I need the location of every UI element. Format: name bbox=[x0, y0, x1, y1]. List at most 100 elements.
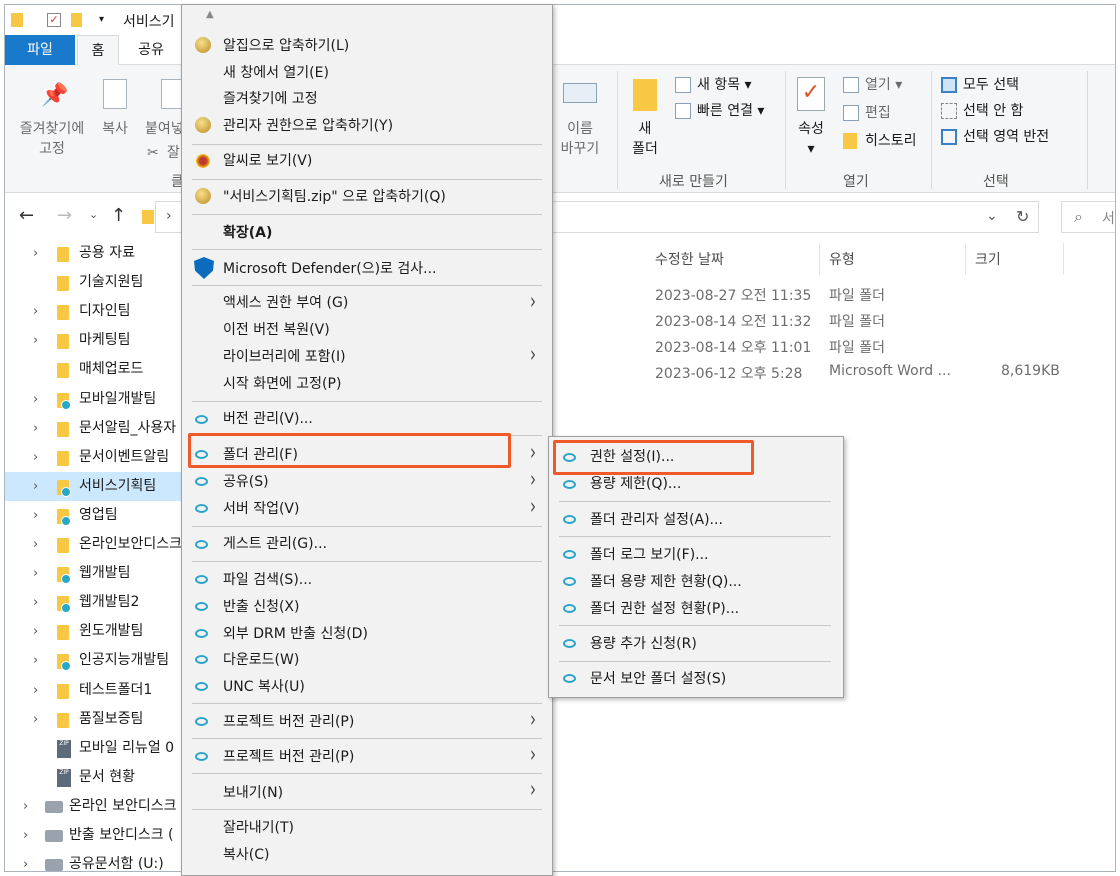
chevron-right-icon[interactable]: › bbox=[33, 705, 38, 734]
pin-label-2[interactable]: 고정 bbox=[13, 139, 91, 159]
column-header-date[interactable]: 수정한 날짜 bbox=[655, 249, 724, 269]
new-item-label[interactable]: 새 항목 ▾ bbox=[697, 75, 752, 95]
tree-item[interactable]: › 웹개발팀 bbox=[5, 559, 187, 588]
chevron-right-icon[interactable]: › bbox=[33, 646, 38, 675]
chevron-right-icon[interactable]: › bbox=[33, 530, 38, 559]
menu-item-copy[interactable]: 복사(C) bbox=[223, 845, 269, 865]
menu-item-alsee-view[interactable]: 알씨로 보기(V) bbox=[223, 151, 312, 171]
submenu-item-permission-status[interactable]: 폴더 권한 설정 현황(P)... bbox=[590, 599, 739, 619]
submenu-item-quota-status[interactable]: 폴더 용량 제한 현황(Q)... bbox=[590, 572, 742, 592]
chevron-right-icon[interactable]: › bbox=[33, 239, 38, 268]
easy-access-label[interactable]: 빠른 연결 ▾ bbox=[697, 101, 764, 121]
menu-item-unc-copy[interactable]: UNC 복사(U) bbox=[223, 677, 305, 697]
qat-dropdown-icon[interactable]: ▾ bbox=[99, 14, 104, 25]
chevron-right-icon[interactable]: › bbox=[23, 792, 28, 821]
tree-item[interactable]: › 마케팅팀 bbox=[5, 326, 187, 355]
chevron-right-icon[interactable]: › bbox=[33, 472, 38, 501]
tree-item[interactable]: › 테스트폴더1 bbox=[5, 676, 187, 705]
submenu-item-folder-admin[interactable]: 폴더 관리자 설정(A)... bbox=[590, 510, 723, 530]
chevron-right-icon[interactable]: › bbox=[33, 414, 38, 443]
properties-label[interactable]: 속성 bbox=[789, 119, 833, 139]
recent-dropdown-icon[interactable]: ⌄ bbox=[89, 208, 98, 221]
scroll-up-icon[interactable]: ▲ bbox=[206, 9, 214, 20]
select-none-label[interactable]: 선택 안 함 bbox=[963, 101, 1023, 121]
tree-item[interactable]: › 문서알림_사용자 bbox=[5, 414, 187, 443]
chevron-right-icon[interactable]: › bbox=[33, 676, 38, 705]
menu-item-restore-previous[interactable]: 이전 버전 복원(V) bbox=[223, 320, 330, 340]
tree-item[interactable]: › 윈도개발팀 bbox=[5, 617, 187, 646]
history-label[interactable]: 히스토리 bbox=[865, 131, 917, 151]
menu-item-admin-compress[interactable]: 관리자 권한으로 압축하기(Y) bbox=[223, 116, 393, 136]
menu-item-guest-manage[interactable]: 게스트 관리(G)... bbox=[223, 534, 327, 554]
chevron-right-icon[interactable]: › bbox=[33, 588, 38, 617]
up-arrow-icon[interactable]: ↑ bbox=[111, 205, 126, 226]
menu-item-send-to[interactable]: 보내기(N) bbox=[223, 783, 283, 803]
address-dropdown-icon[interactable]: ⌄ bbox=[986, 208, 998, 224]
menu-item-open-new-window[interactable]: 새 창에서 열기(E) bbox=[223, 63, 329, 83]
menu-item-download[interactable]: 다운로드(W) bbox=[223, 650, 299, 670]
properties-qat-icon[interactable]: ✓ bbox=[47, 13, 61, 27]
search-box[interactable]: ⌕ 서 bbox=[1061, 201, 1115, 233]
submenu-item-quota-request[interactable]: 용량 추가 신청(R) bbox=[590, 634, 697, 654]
tree-item[interactable]: › 품질보증팀 bbox=[5, 705, 187, 734]
column-header-size[interactable]: 크기 bbox=[975, 249, 1001, 269]
menu-item-project-version-2[interactable]: 프로젝트 버전 관리(P) bbox=[223, 747, 354, 767]
open-label[interactable]: 열기 ▾ bbox=[865, 75, 902, 95]
edit-label[interactable]: 편집 bbox=[865, 103, 891, 123]
refresh-icon[interactable]: ↻ bbox=[1016, 207, 1029, 226]
new-folder-label-1[interactable]: 새 bbox=[623, 119, 667, 139]
tree-item[interactable]: › 반출 보안디스크 ( bbox=[5, 821, 187, 850]
tree-item[interactable]: › 영업팀 bbox=[5, 501, 187, 530]
tree-item[interactable]: › 서비스기획팀 bbox=[5, 472, 187, 501]
tree-item[interactable]: 매체업로드 bbox=[5, 355, 187, 384]
tree-item[interactable]: › 문서이벤트알림 bbox=[5, 443, 187, 472]
menu-item-include-library[interactable]: 라이브러리에 포함(I) bbox=[223, 347, 346, 367]
menu-item-version-manage[interactable]: 버전 관리(V)... bbox=[223, 409, 313, 429]
chevron-right-icon[interactable]: › bbox=[23, 821, 28, 850]
menu-item-project-version-1[interactable]: 프로젝트 버전 관리(P) bbox=[223, 712, 354, 732]
tree-item[interactable]: › 공유문서함 (U:) bbox=[5, 850, 187, 871]
cut-label[interactable]: 잘 bbox=[167, 143, 180, 163]
menu-item-share[interactable]: 공유(S) bbox=[223, 472, 269, 492]
back-arrow-icon[interactable]: ← bbox=[19, 205, 34, 226]
menu-item-pin-quick-access[interactable]: 즐겨찾기에 고정 bbox=[223, 89, 318, 109]
chevron-right-icon[interactable]: › bbox=[33, 385, 38, 414]
submenu-item-secure-folder[interactable]: 문서 보안 폴더 설정(S) bbox=[590, 669, 726, 689]
tree-item[interactable]: ZIP 모바일 리뉴얼 0 bbox=[5, 734, 187, 763]
menu-item-export-request[interactable]: 반출 신청(X) bbox=[223, 597, 300, 617]
tree-item[interactable]: › 공용 자료 bbox=[5, 239, 187, 268]
menu-item-alzip-compress[interactable]: 알집으로 압축하기(L) bbox=[223, 36, 349, 56]
tree-item[interactable]: › 온라인보안디스크 bbox=[5, 530, 187, 559]
tab-file[interactable]: 파일 bbox=[5, 35, 75, 65]
paste-label[interactable]: 붙여넣 bbox=[145, 119, 184, 139]
copy-label[interactable]: 복사 bbox=[97, 119, 133, 139]
menu-item-defender-scan[interactable]: Microsoft Defender(으)로 검사... bbox=[223, 259, 436, 279]
tab-home[interactable]: 홈 bbox=[77, 35, 119, 65]
tree-item[interactable]: ZIP 문서 현황 bbox=[5, 763, 187, 792]
tree-item[interactable]: › 디자인팀 bbox=[5, 297, 187, 326]
new-folder-qat-icon[interactable] bbox=[71, 13, 82, 27]
chevron-right-icon[interactable]: › bbox=[33, 501, 38, 530]
menu-item-external-drm[interactable]: 외부 DRM 반출 신청(D) bbox=[223, 624, 368, 644]
menu-item-grant-access[interactable]: 액세스 권한 부여 (G) bbox=[223, 293, 348, 313]
rename-label-1[interactable]: 이름 bbox=[553, 119, 607, 139]
menu-item-file-search[interactable]: 파일 검색(S)... bbox=[223, 570, 312, 590]
column-header-type[interactable]: 유형 bbox=[829, 249, 855, 269]
chevron-right-icon[interactable]: › bbox=[33, 297, 38, 326]
menu-item-pin-start[interactable]: 시작 화면에 고정(P) bbox=[223, 374, 341, 394]
select-all-label[interactable]: 모두 선택 bbox=[963, 75, 1019, 95]
tree-item[interactable]: › 웹개발팀2 bbox=[5, 588, 187, 617]
menu-item-server-work[interactable]: 서버 작업(V) bbox=[223, 499, 299, 519]
rename-label-2[interactable]: 바꾸기 bbox=[553, 139, 607, 159]
chevron-right-icon[interactable]: › bbox=[23, 850, 28, 871]
pin-label-1[interactable]: 즐겨찾기에 bbox=[13, 119, 91, 139]
tree-item[interactable]: › 온라인 보안디스크 bbox=[5, 792, 187, 821]
new-folder-label-2[interactable]: 폴더 bbox=[623, 139, 667, 159]
tab-share[interactable]: 공유 bbox=[121, 35, 181, 65]
chevron-right-icon[interactable]: › bbox=[33, 559, 38, 588]
chevron-right-icon[interactable]: › bbox=[33, 617, 38, 646]
invert-selection-label[interactable]: 선택 영역 반전 bbox=[963, 127, 1049, 147]
tree-item[interactable]: › 인공지능개발팀 bbox=[5, 646, 187, 675]
tree-item[interactable]: › 모바일개발팀 bbox=[5, 385, 187, 414]
properties-dropdown-icon[interactable]: ▾ bbox=[789, 139, 833, 159]
